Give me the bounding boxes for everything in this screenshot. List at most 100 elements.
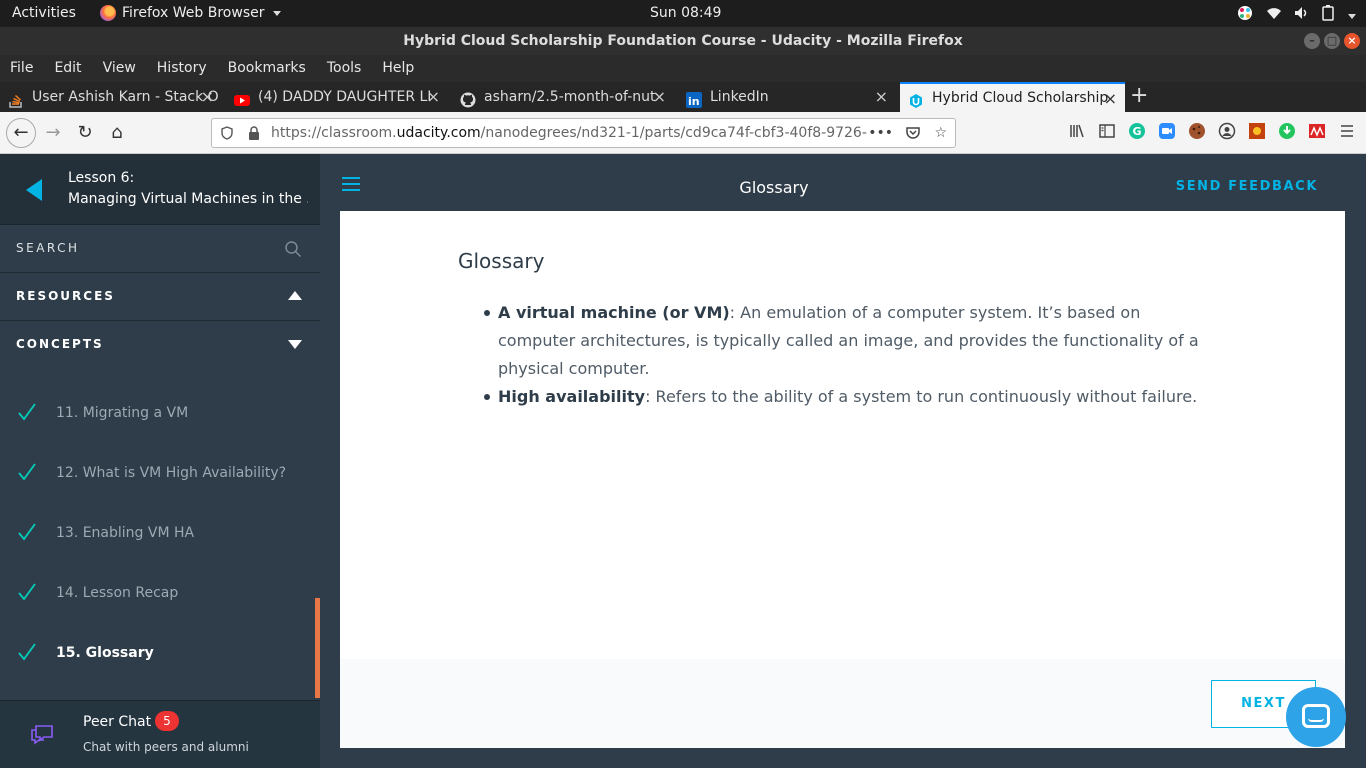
search-label: SEARCH [16,241,80,255]
reload-button[interactable]: ↻ [72,120,98,146]
concept-item[interactable]: 13. Enabling VM HA [0,504,320,564]
content-footer [340,659,1345,748]
url-bar[interactable]: https://classroom.udacity.com/nanodegree… [211,118,956,148]
menu-history[interactable]: History [157,55,207,82]
tab-linkedin[interactable]: in LinkedIn × [678,82,896,112]
peer-chat-subtitle: Chat with peers and alumni [83,740,249,754]
new-tab-button[interactable]: + [1130,82,1148,110]
close-tab-icon[interactable]: × [875,82,888,112]
sidebar-resources[interactable]: RESOURCES [0,273,320,321]
close-window-button[interactable]: × [1344,33,1360,49]
concept-content: Glossary A virtual machine (or VM): An e… [340,211,1346,748]
lock-icon[interactable] [248,119,260,147]
window-title: Hybrid Cloud Scholarship Foundation Cour… [403,33,963,49]
peer-chat-badge: 5 [155,711,179,731]
close-tab-icon[interactable]: × [1104,84,1117,112]
menu-view[interactable]: View [103,55,136,82]
svg-text:G: G [1133,125,1142,138]
menu-bar: File Edit View History Bookmarks Tools H… [0,55,1366,82]
page-title: Glossary [739,178,809,197]
menu-help[interactable]: Help [382,55,414,82]
extension-red-icon[interactable] [1308,122,1326,140]
peer-chat[interactable]: Peer Chat 5 Chat with peers and alumni [0,700,320,768]
glossary-heading: Glossary [458,249,545,273]
check-icon [18,403,36,421]
system-tray [1236,4,1356,26]
glossary-item: A virtual machine (or VM): An emulation … [484,299,1218,383]
search-icon[interactable] [284,240,302,262]
tab-bar: User Ashish Karn - Stack O × (4) DADDY D… [0,82,1366,112]
hamburger-menu-icon[interactable] [1338,122,1356,140]
url-text[interactable]: https://classroom.udacity.com/nanodegree… [271,119,871,147]
linkedin-icon: in [686,89,702,108]
activities-button[interactable]: Activities [12,5,76,21]
pocket-icon[interactable] [905,119,921,147]
sidebar-search[interactable]: SEARCH [0,225,320,273]
menu-file[interactable]: File [10,55,33,82]
tracking-protection-icon[interactable] [220,119,234,147]
concept-item[interactable]: 14. Lesson Recap [0,564,320,624]
sidebar-icon[interactable] [1098,122,1116,140]
youtube-icon [234,89,250,106]
tab-udacity[interactable]: Hybrid Cloud Scholarship × [900,82,1125,112]
lesson-number: Lesson 6: [68,170,135,186]
concept-label: 15. Glossary [56,645,154,661]
menu-tools[interactable]: Tools [327,55,362,82]
close-tab-icon[interactable]: × [201,82,214,112]
library-icon[interactable] [1068,122,1086,140]
collapse-up-icon[interactable] [288,288,302,300]
extension-orange-icon[interactable] [1248,122,1266,140]
concept-label: 13. Enabling VM HA [56,525,195,541]
tab-youtube[interactable]: (4) DADDY DAUGHTER LI × [226,82,448,112]
page-actions-icon[interactable]: ••• [868,119,893,147]
navigation-toolbar: ← → ↻ ⌂ https://classroom.udacity.com/na… [0,112,1366,154]
minimize-button[interactable]: – [1304,33,1320,49]
maximize-button[interactable]: □ [1324,33,1340,49]
tab-stackoverflow[interactable]: User Ashish Karn - Stack O × [0,82,222,112]
app-menu[interactable]: Firefox Web Browser [100,5,281,21]
slack-icon[interactable] [1236,4,1254,26]
glossary-item: High availability: Refers to the ability… [484,383,1218,411]
battery-icon[interactable] [1322,5,1334,25]
sidebar-concepts[interactable]: CONCEPTS [0,321,320,369]
send-feedback-link[interactable]: SEND FEEDBACK [1176,179,1318,194]
tab-label: Hybrid Cloud Scholarship [932,90,1109,106]
resources-label: RESOURCES [16,289,115,303]
extension-green-icon[interactable] [1278,122,1296,140]
home-button[interactable]: ⌂ [104,120,130,146]
close-tab-icon[interactable]: × [427,82,440,112]
window-titlebar: Hybrid Cloud Scholarship Foundation Cour… [0,27,1366,55]
concept-item[interactable]: 12. What is VM High Availability? [0,444,320,504]
svg-text:in: in [688,95,700,108]
clock[interactable]: Sun 08:49 [650,5,721,21]
bookmark-star-icon[interactable]: ☆ [934,119,947,147]
back-arrow-icon[interactable] [26,179,42,201]
forward-button[interactable]: → [40,120,66,146]
menu-bookmarks[interactable]: Bookmarks [228,55,306,82]
menu-edit[interactable]: Edit [54,55,81,82]
glossary-list: A virtual machine (or VM): An emulation … [484,299,1218,411]
help-chat-icon[interactable] [1286,687,1346,747]
grammarly-icon[interactable]: G [1128,122,1146,140]
tab-github[interactable]: asharn/2.5-month-of-nut × [452,82,674,112]
stackoverflow-icon [8,89,24,108]
wifi-icon[interactable] [1266,6,1282,24]
glossary-term: High availability [498,387,646,406]
cookie-icon[interactable] [1188,122,1206,140]
volume-icon[interactable] [1294,6,1310,24]
concept-item[interactable]: 11. Migrating a VM [0,384,320,444]
power-menu-icon[interactable] [1346,7,1356,23]
chevron-down-icon [272,10,281,16]
github-icon [460,89,476,108]
back-button[interactable]: ← [6,118,36,148]
udacity-icon [908,90,924,108]
tab-label: LinkedIn [710,89,769,105]
zoom-icon[interactable] [1158,122,1176,140]
account-icon[interactable] [1218,122,1236,140]
expand-down-icon[interactable] [288,336,302,349]
lesson-title: Managing Virtual Machines in the ... [68,191,308,207]
concept-item-active[interactable]: 15. Glossary [0,624,320,684]
concepts-label: CONCEPTS [16,337,104,351]
lesson-header[interactable]: Lesson 6: Managing Virtual Machines in t… [0,154,320,225]
close-tab-icon[interactable]: × [653,82,666,112]
